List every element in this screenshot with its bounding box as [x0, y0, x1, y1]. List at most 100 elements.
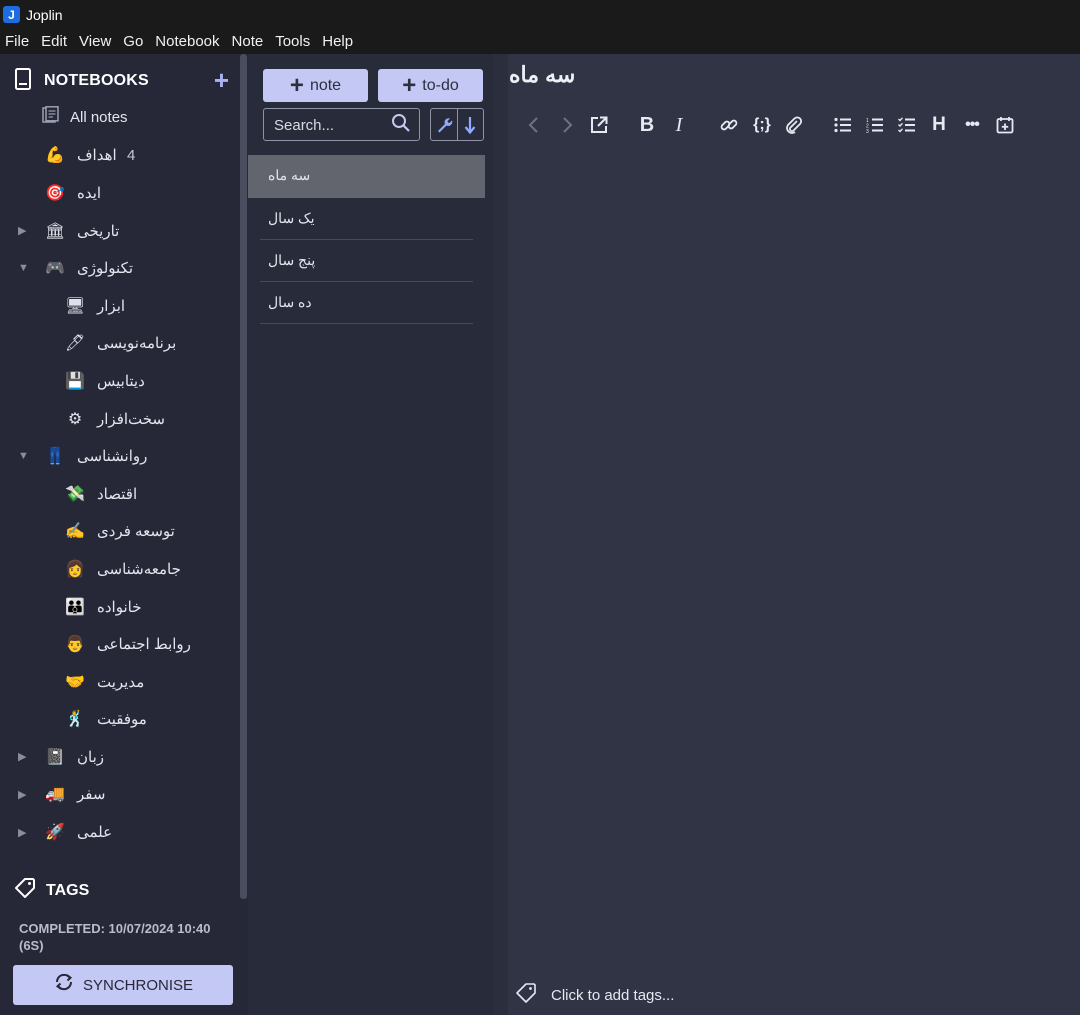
italic-icon[interactable]: I: [669, 112, 689, 138]
notebook-label: برنامه‌نویسی: [97, 335, 177, 353]
notebook-item[interactable]: ✍ توسعه فردی: [0, 513, 240, 551]
insert-date-icon[interactable]: [994, 112, 1016, 138]
notebook-item[interactable]: ⚙ سخت‌افزار: [0, 400, 240, 438]
menu-bar: File Edit View Go Notebook Note Tools He…: [0, 29, 1080, 54]
menu-go[interactable]: Go: [117, 33, 149, 50]
expand-arrow-right-icon[interactable]: ▶: [18, 788, 26, 801]
notebook-item[interactable]: ▶ 🚚 سفر: [0, 776, 240, 814]
notes-icon: [41, 106, 61, 129]
notebook-item[interactable]: 💸 اقتصاد: [0, 475, 240, 513]
expand-arrow-right-icon[interactable]: ▶: [18, 224, 26, 237]
search-input[interactable]: [272, 114, 386, 136]
notebook-item[interactable]: 👩 جامعه‌شناسی: [0, 550, 240, 588]
notebook-emoji-icon: 🤝: [65, 673, 85, 691]
sort-options-wrench-icon[interactable]: [431, 109, 457, 140]
code-icon[interactable]: {;}: [750, 112, 774, 138]
menu-tools[interactable]: Tools: [269, 33, 316, 50]
notebook-label: سفر: [77, 786, 106, 804]
notebook-item[interactable]: 💾 دیتابیس: [0, 362, 240, 400]
tags-label: TAGS: [46, 881, 90, 899]
notebook-item[interactable]: 💪 اهداف 4: [0, 137, 240, 175]
notebooks-label: NOTEBOOKS: [44, 72, 149, 89]
notebook-emoji-icon: ⚙: [67, 410, 83, 428]
note-list-panel: + note + to-do سه ماه یک سال پنج سال ده سال: [248, 54, 493, 1015]
notebook-item[interactable]: ▶ 🏛 تاریخی: [0, 212, 240, 250]
tags-header[interactable]: TAGS: [14, 877, 89, 904]
notebook-label: جامعه‌شناسی: [97, 560, 181, 578]
notebook-label: توسعه فردی: [97, 523, 175, 541]
add-notebook-button[interactable]: +: [214, 67, 229, 93]
link-icon[interactable]: [718, 112, 740, 138]
notebook-emoji-icon: 👨: [65, 636, 85, 654]
note-list-item[interactable]: سه ماه: [248, 155, 485, 198]
editor-panel: سه ماه B I {;} 123 H ••• Click to add ta…: [493, 54, 1080, 1015]
tag-icon: [14, 877, 36, 904]
expand-arrow-right-icon[interactable]: ▶: [18, 826, 26, 839]
notebook-label: علمی: [77, 824, 113, 842]
menu-help[interactable]: Help: [316, 33, 359, 50]
checklist-icon[interactable]: [896, 112, 918, 138]
new-todo-button[interactable]: + to-do: [378, 69, 483, 102]
bold-icon[interactable]: B: [637, 112, 657, 138]
notebook-item[interactable]: 🕺 موفقیت: [0, 701, 240, 739]
more-icon[interactable]: •••: [961, 112, 983, 138]
all-notes-label: All notes: [70, 109, 128, 127]
menu-view[interactable]: View: [73, 33, 117, 50]
new-note-button[interactable]: + note: [263, 69, 368, 102]
notebook-item[interactable]: ▼ 👖 روانشناسی: [0, 437, 240, 475]
notebook-item[interactable]: 🤝 مدیریت: [0, 663, 240, 701]
notebook-emoji-icon: 💪: [45, 147, 65, 165]
search-icon[interactable]: [391, 113, 411, 138]
notebook-emoji-icon: ✍: [65, 523, 85, 541]
title-bar: J Joplin: [0, 0, 1080, 29]
heading-icon[interactable]: H: [929, 112, 949, 138]
notebook-item[interactable]: ▼ 🎮 تکنولوژی: [0, 249, 240, 287]
sidebar-scrollbar[interactable]: [240, 54, 247, 899]
notebook-label: ایده: [77, 184, 102, 202]
notebook-label: زبان: [77, 748, 105, 766]
back-icon[interactable]: [523, 112, 545, 138]
notebook-item[interactable]: 👪 خانواده: [0, 588, 240, 626]
all-notes-item[interactable]: All notes: [0, 99, 240, 137]
menu-file[interactable]: File: [0, 33, 35, 50]
menu-notebook[interactable]: Notebook: [149, 33, 225, 50]
numbered-list-icon[interactable]: 123: [864, 112, 886, 138]
note-list-item[interactable]: پنج سال: [248, 240, 485, 282]
notebook-emoji-icon: 🎮: [45, 260, 65, 278]
notebook-emoji-icon: 🕺: [65, 711, 85, 729]
notebook-label: خانواده: [97, 598, 142, 616]
external-edit-icon[interactable]: [588, 112, 610, 138]
expand-arrow-down-icon[interactable]: ▼: [18, 450, 29, 462]
menu-note[interactable]: Note: [226, 33, 270, 50]
notebook-emoji-icon: 💾: [65, 372, 85, 390]
notebook-label: موفقیت: [97, 711, 147, 729]
notebook-emoji-icon: 👖: [45, 448, 65, 466]
note-list-item[interactable]: یک سال: [248, 198, 485, 240]
sort-controls: [430, 108, 484, 141]
note-title-label: سه ماه: [268, 167, 311, 183]
notebooks-header[interactable]: NOTEBOOKS +: [14, 67, 229, 94]
forward-icon[interactable]: [556, 112, 578, 138]
sort-direction-arrow-icon[interactable]: [458, 109, 484, 140]
search-box: [263, 108, 420, 141]
notebook-item[interactable]: ▶ 📓 زبان: [0, 738, 240, 776]
app-title: Joplin: [26, 6, 63, 23]
plus-icon: +: [289, 71, 304, 99]
notebook-item[interactable]: 🖊 برنامه‌نویسی: [0, 325, 240, 363]
notebook-item[interactable]: 🖥 ابزار: [0, 287, 240, 325]
attach-icon[interactable]: [783, 112, 805, 138]
bullet-list-icon[interactable]: [832, 112, 854, 138]
expand-arrow-right-icon[interactable]: ▶: [18, 750, 26, 763]
notebook-item[interactable]: ▶ 🚀 علمی: [0, 813, 240, 851]
synchronise-label: SYNCHRONISE: [82, 976, 194, 994]
notebook-emoji-icon: 👩: [65, 560, 85, 578]
menu-edit[interactable]: Edit: [35, 33, 73, 50]
synchronise-button[interactable]: SYNCHRONISE: [13, 965, 233, 1005]
tag-bar[interactable]: Click to add tags...: [515, 982, 674, 1008]
notebook-item[interactable]: 👨 روابط اجتماعی: [0, 625, 240, 663]
expand-arrow-down-icon[interactable]: ▼: [18, 262, 29, 274]
note-list-item[interactable]: ده سال: [248, 282, 485, 324]
notebook-item[interactable]: 🎯 ایده: [0, 174, 240, 212]
note-title[interactable]: سه ماه: [509, 62, 575, 88]
divider: [260, 323, 473, 324]
